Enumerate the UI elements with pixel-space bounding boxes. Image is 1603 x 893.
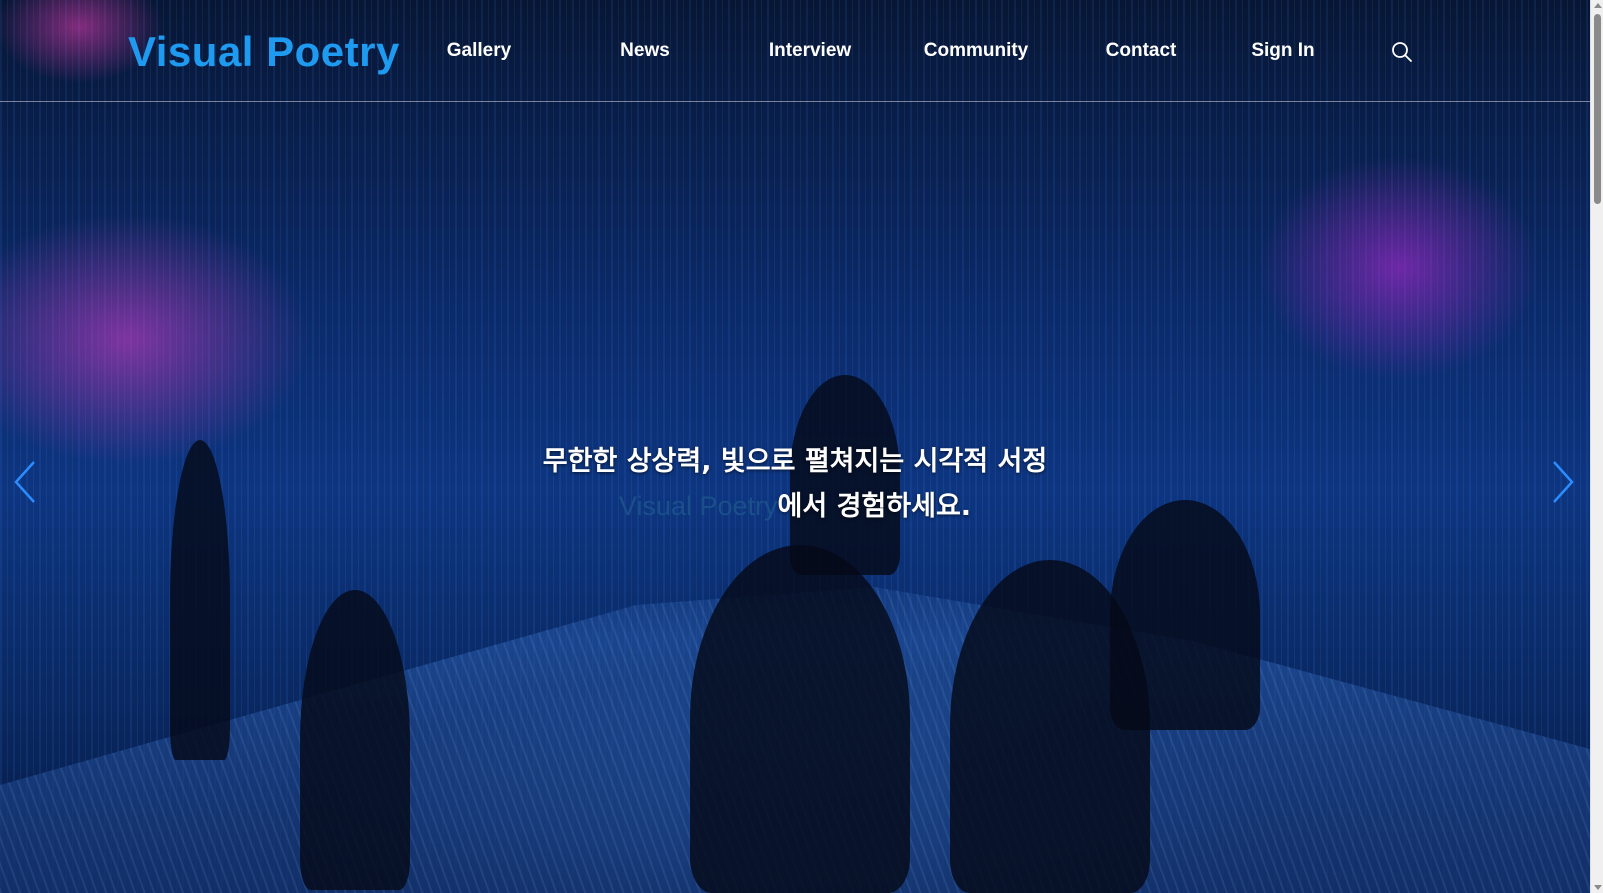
nav-sign-in[interactable]: Sign In xyxy=(1251,40,1314,62)
site-header: Visual Poetry Gallery News Interview Com… xyxy=(0,0,1590,102)
page: Visual Poetry Gallery News Interview Com… xyxy=(0,0,1603,893)
hero-headline-line2: Visual Poetry에서 경험하세요. xyxy=(0,484,1590,529)
hero-headline: 무한한 상상력, 빛으로 펼쳐지는 시각적 서정 Visual Poetry에서… xyxy=(0,440,1590,529)
chevron-left-icon xyxy=(14,461,35,503)
hero-headline-line1: 무한한 상상력, 빛으로 펼쳐지는 시각적 서정 xyxy=(542,446,1048,477)
visitor-silhouette xyxy=(690,545,910,893)
search-icon[interactable] xyxy=(1390,40,1414,64)
nav-news[interactable]: News xyxy=(620,40,670,62)
slider-prev-button[interactable] xyxy=(10,458,40,506)
scroll-up-icon[interactable] xyxy=(1594,3,1602,8)
nav-interview[interactable]: Interview xyxy=(769,40,851,62)
page-scrollbar[interactable] xyxy=(1590,0,1603,893)
nav-gallery[interactable]: Gallery xyxy=(447,40,511,62)
nav-community[interactable]: Community xyxy=(924,40,1029,62)
visitor-silhouette xyxy=(300,590,410,890)
scroll-down-icon[interactable] xyxy=(1594,885,1602,890)
hero-headline-brand: Visual Poetry xyxy=(618,491,778,521)
hero-headline-line2-rest: 에서 경험하세요. xyxy=(777,491,972,522)
nav-contact[interactable]: Contact xyxy=(1106,40,1177,62)
visitor-silhouette xyxy=(1110,500,1260,730)
slider-next-button[interactable] xyxy=(1548,458,1578,506)
scrollbar-thumb[interactable] xyxy=(1594,14,1601,204)
site-logo[interactable]: Visual Poetry xyxy=(128,28,400,76)
chevron-right-icon xyxy=(1553,461,1574,503)
